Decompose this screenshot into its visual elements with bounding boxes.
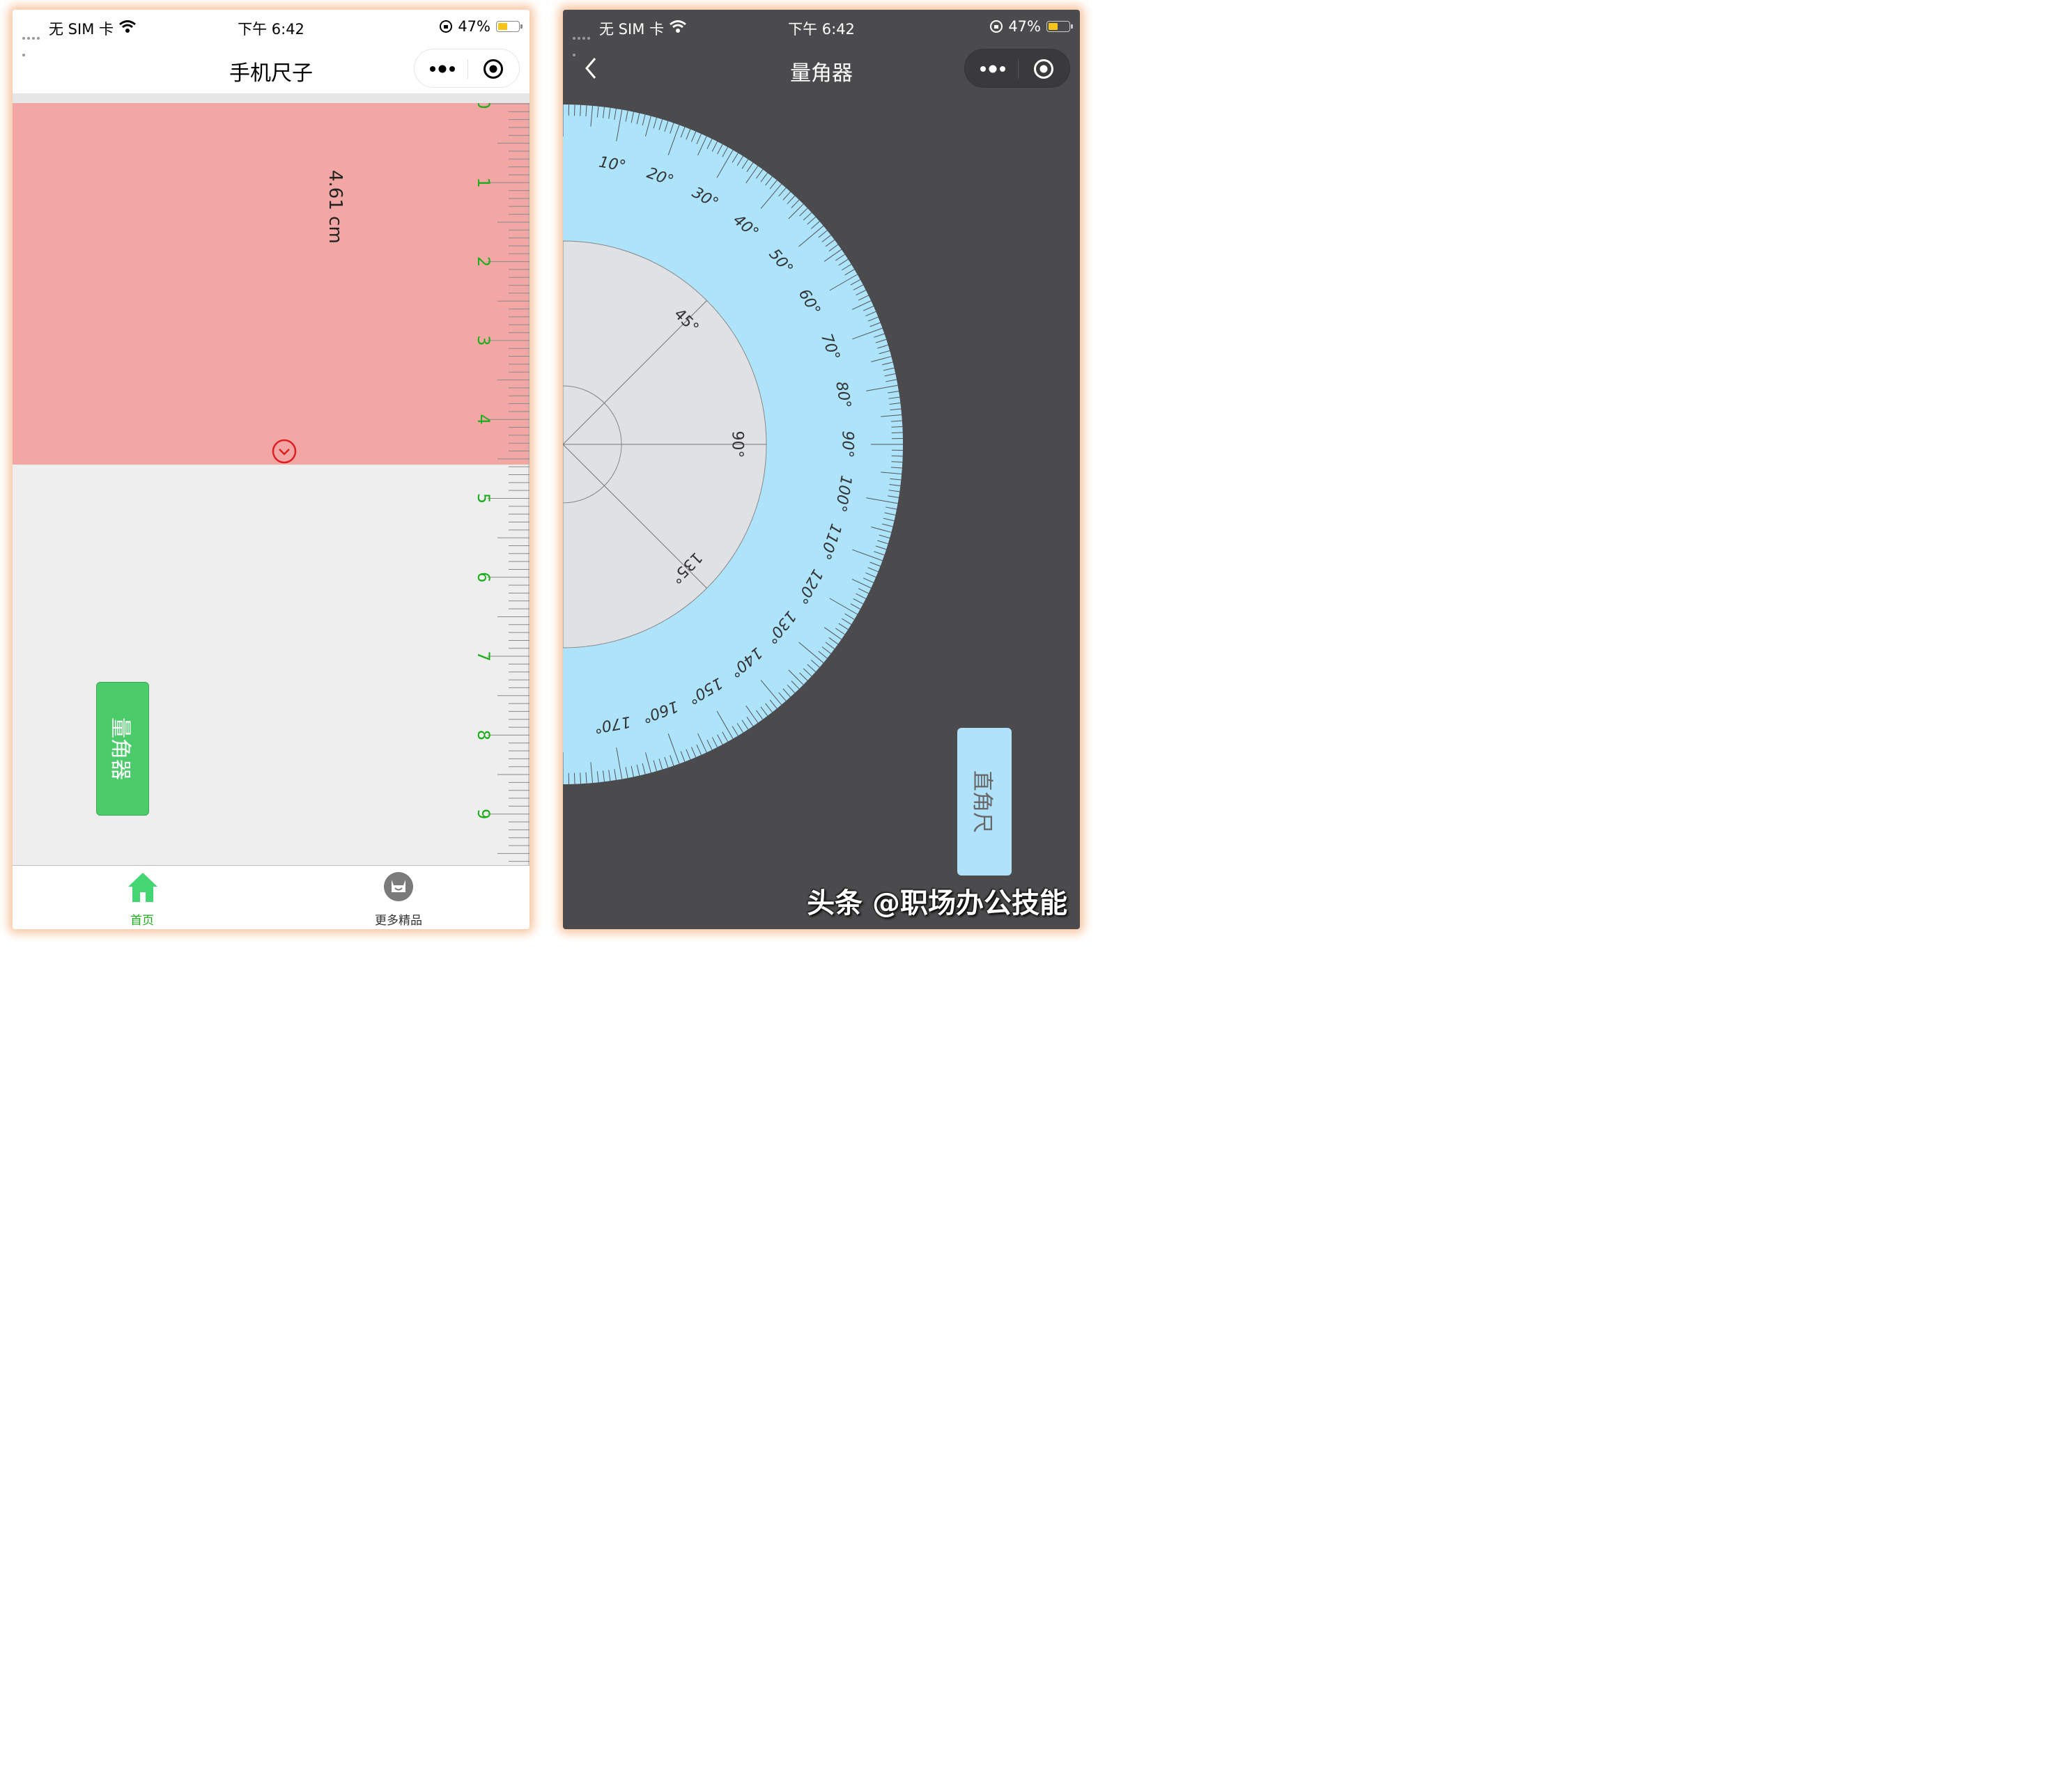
ruler-button-label: 直角尺 — [970, 770, 994, 833]
protractor-button-label: 量角器 — [108, 717, 132, 780]
protractor-phone-screen: 无 SIM 卡 下午 6:42 47% 量角器 10° 20° 30° 40° … — [563, 10, 1080, 929]
rotation-lock-icon — [990, 20, 1003, 33]
ruler-tick-label: 9 — [474, 809, 493, 819]
battery-percent: 47% — [1008, 18, 1041, 35]
more-menu-icon[interactable] — [976, 59, 1010, 79]
measured-region[interactable] — [13, 103, 529, 465]
more-menu-icon[interactable] — [426, 59, 459, 79]
ruler-tick-label: 2 — [474, 256, 493, 267]
close-miniprogram-icon[interactable] — [1033, 59, 1054, 79]
ruler-tick-label: 5 — [474, 493, 493, 504]
ruler-button[interactable]: 直角尺 — [957, 728, 1012, 876]
miniprogram-capsule — [964, 49, 1070, 88]
miniprogram-capsule — [414, 49, 520, 88]
capsule-divider — [467, 59, 468, 79]
close-miniprogram-icon[interactable] — [483, 59, 504, 79]
battery-icon — [496, 21, 523, 32]
tab-more[interactable]: 更多精品 — [350, 871, 447, 928]
tab-home-label: 首页 — [130, 914, 154, 928]
measurement-readout: 4.61 cm — [325, 170, 346, 244]
ruler-tick-label: 6 — [474, 572, 493, 582]
protractor-inner-label: 90° — [729, 431, 746, 458]
cat-face-icon — [384, 872, 413, 901]
ruler-tick-label: 4 — [474, 414, 493, 425]
ruler-tick-label: 3 — [474, 335, 493, 345]
watermark: 头条 @职场办公技能 — [807, 887, 1067, 919]
battery-percent: 47% — [458, 18, 490, 35]
protractor-button[interactable]: 量角器 — [96, 682, 149, 816]
tab-home[interactable]: 首页 — [93, 871, 191, 928]
protractor-tick — [573, 772, 575, 784]
nav-bar: 量角器 — [563, 46, 1080, 93]
ruler-tick-label: 1 — [474, 178, 493, 188]
tab-more-label: 更多精品 — [375, 914, 422, 928]
tab-bar: 首页 更多精品 — [13, 865, 529, 929]
capsule-divider — [1018, 59, 1019, 79]
rotation-lock-icon — [440, 20, 452, 33]
ruler-tick-label: 0 — [474, 103, 493, 109]
ruler-tick-label: 7 — [474, 651, 493, 661]
ruler-phone-screen: 无 SIM 卡 下午 6:42 47% 手机尺子 4.61 cm 0 1 2 3… — [13, 10, 529, 929]
protractor-tick — [573, 104, 575, 116]
status-bar: 无 SIM 卡 下午 6:42 47% — [13, 10, 529, 56]
ruler-scale: 0 1 2 3 4 5 6 7 8 9 — [474, 103, 529, 865]
ruler-area[interactable]: 4.61 cm 0 1 2 3 4 5 6 7 8 9 量角器 — [13, 93, 529, 865]
drag-handle-icon[interactable] — [272, 439, 297, 464]
ruler-tick-label: 8 — [474, 730, 493, 740]
ruler-top-band — [13, 93, 529, 103]
home-icon — [128, 873, 157, 902]
nav-bar: 手机尺子 — [13, 46, 529, 93]
status-bar: 无 SIM 卡 下午 6:42 47% — [563, 10, 1080, 56]
protractor-degree-label: 90° — [839, 431, 856, 458]
battery-icon — [1046, 21, 1073, 32]
